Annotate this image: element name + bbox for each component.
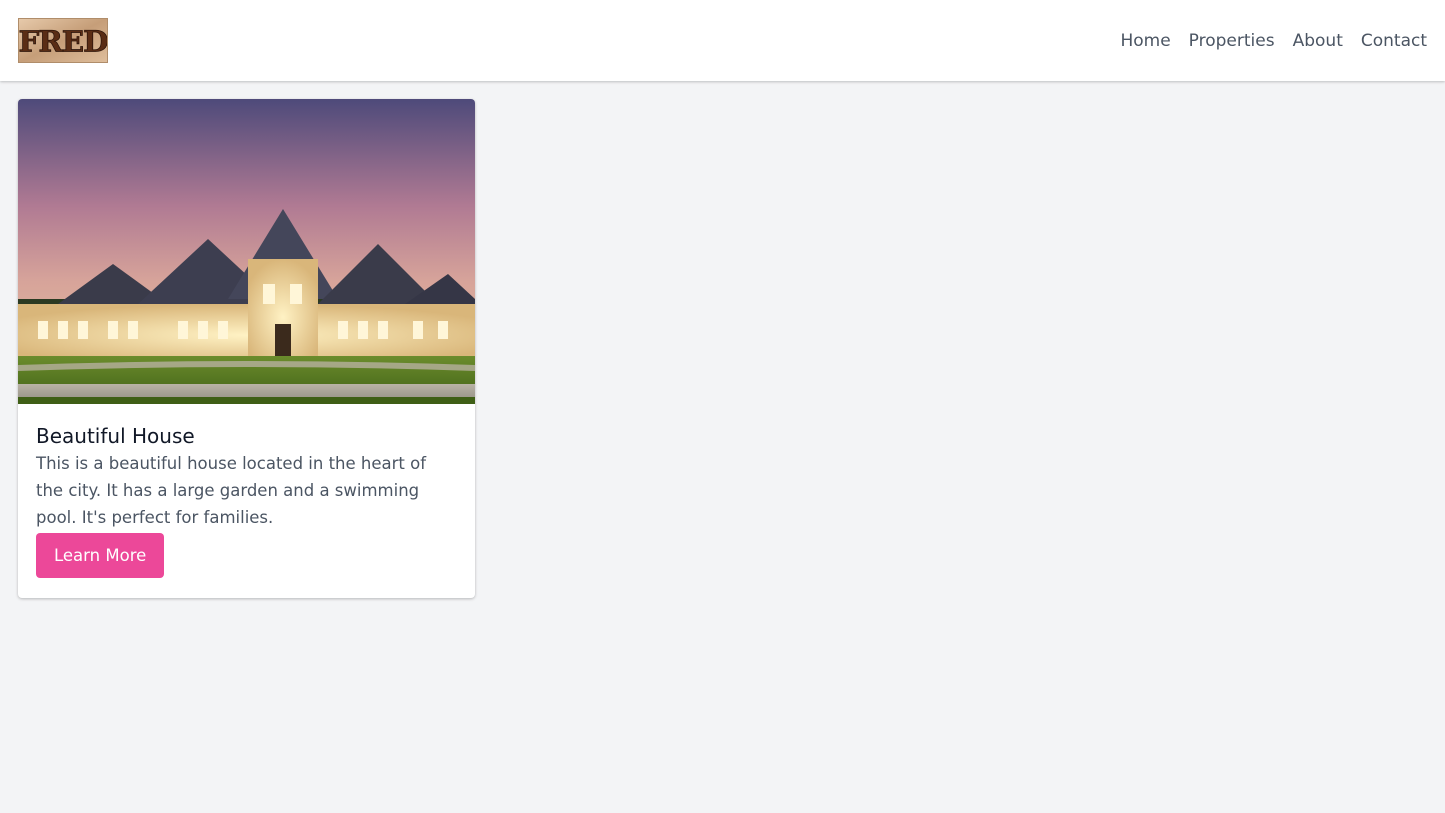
brand-logo[interactable]: FRED [18, 18, 108, 63]
nav-link-properties[interactable]: Properties [1189, 31, 1275, 51]
logo-image: FRED [19, 19, 107, 62]
svg-text:FRED: FRED [19, 24, 107, 59]
learn-more-button[interactable]: Learn More [36, 533, 165, 578]
nav-link-home[interactable]: Home [1120, 31, 1170, 51]
main-nav: Home Properties About Contact [1120, 31, 1427, 51]
nav-link-contact[interactable]: Contact [1361, 31, 1427, 51]
property-image [18, 99, 475, 404]
property-description: This is a beautiful house located in the… [36, 454, 427, 527]
property-card: Beautiful House This is a beautiful hous… [18, 99, 475, 598]
nav-link-about[interactable]: About [1293, 31, 1343, 51]
property-title: Beautiful House [36, 424, 195, 448]
card-body: Beautiful House This is a beautiful hous… [18, 404, 475, 578]
top-navbar: FRED Home Properties About Contact [0, 0, 1445, 81]
